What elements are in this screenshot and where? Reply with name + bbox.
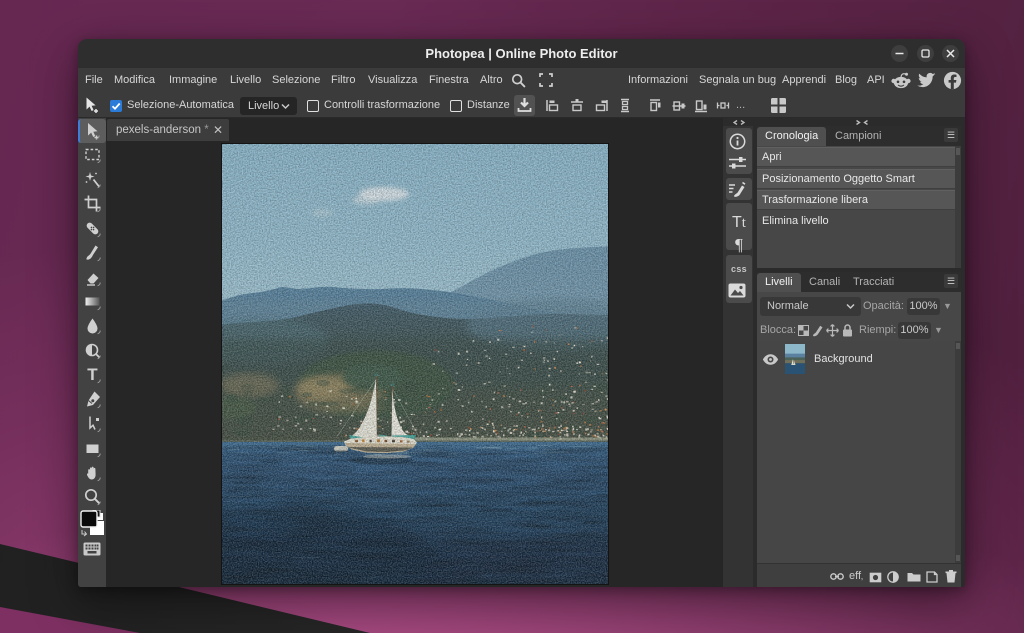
svg-text:T: T [87,365,98,384]
